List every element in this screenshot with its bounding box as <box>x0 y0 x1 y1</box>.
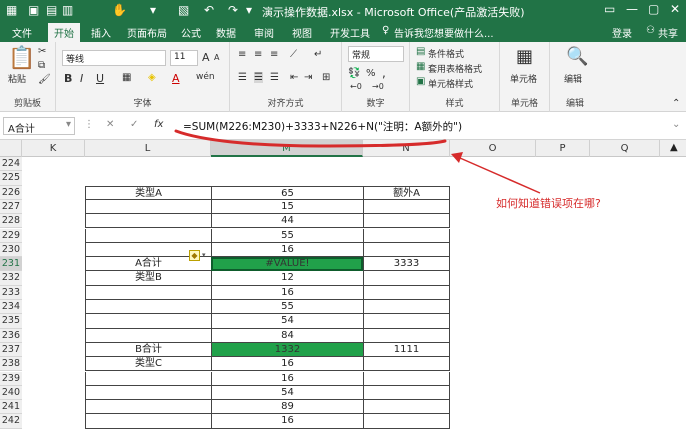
cell-m[interactable]: 16 <box>211 414 363 429</box>
cell-n[interactable] <box>363 400 450 415</box>
annotation-overlay <box>174 129 541 194</box>
cell-m[interactable]: 89 <box>211 400 363 415</box>
row-header[interactable]: 242 <box>0 414 22 429</box>
annotation-arrowhead <box>451 152 463 163</box>
cell-n[interactable] <box>363 414 450 429</box>
cell-l[interactable] <box>85 400 211 415</box>
formula-underline-stroke <box>174 129 447 148</box>
cell-l[interactable] <box>85 414 211 429</box>
row-header[interactable]: 241 <box>0 400 22 415</box>
annotation-arrow-line <box>459 157 541 194</box>
